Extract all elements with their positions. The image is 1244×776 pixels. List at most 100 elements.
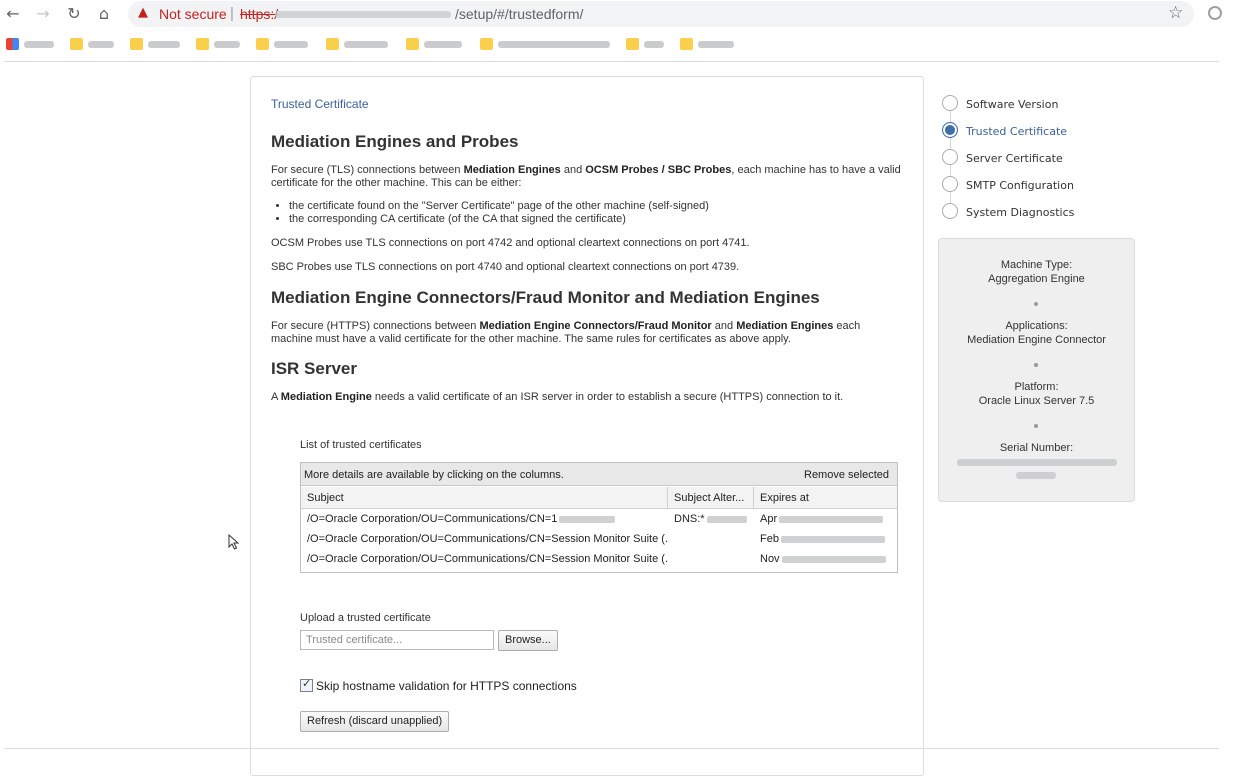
- cell-expires: Nov: [754, 549, 897, 569]
- breadcrumb: Trusted Certificate: [271, 97, 369, 111]
- column-header-subject[interactable]: Subject: [301, 487, 668, 509]
- bookmark-folder[interactable]: [70, 37, 118, 51]
- trusted-list-label: List of trusted certificates: [300, 439, 422, 451]
- url-scheme: https:/: [240, 6, 279, 22]
- step-label: Trusted Certificate: [966, 125, 1068, 138]
- bookmark-folder[interactable]: [626, 37, 668, 51]
- trusted-certificates-grid: More details are available by clicking o…: [300, 462, 898, 573]
- table-row[interactable]: /O=Oracle Corporation/OU=Communications/…: [301, 509, 897, 529]
- cell-subject: /O=Oracle Corporation/OU=Communications/…: [301, 509, 668, 529]
- applications-value: Mediation Engine Connector: [967, 334, 1106, 346]
- warning-icon: ▲: [138, 5, 148, 20]
- folder-icon: [326, 38, 339, 50]
- step-indicator: [942, 149, 958, 165]
- folder-icon: [626, 38, 639, 50]
- profile-icon[interactable]: [1208, 6, 1222, 20]
- address-bar[interactable]: ▲ Not secure | https:/ /setup/#/trustedf…: [128, 1, 1194, 27]
- serial-number-redacted: [1016, 472, 1056, 479]
- folder-icon: [256, 38, 269, 50]
- setup-wizard-steps: Software Version Trusted Certificate Ser…: [942, 94, 1142, 224]
- cell-subject-alt: [668, 529, 754, 549]
- bookmark-folder[interactable]: [130, 37, 184, 51]
- separator-dot: [1034, 424, 1038, 428]
- skip-hostname-checkbox[interactable]: [300, 677, 313, 692]
- step-indicator: [942, 95, 958, 111]
- folder-icon: [680, 38, 693, 50]
- arrow-left-icon[interactable]: ←: [2, 3, 24, 25]
- step-label: SMTP Configuration: [966, 179, 1074, 192]
- folder-icon: [70, 38, 83, 50]
- folder-icon: [406, 38, 419, 50]
- page-bottom-divider: [4, 748, 1219, 749]
- separator-dot: [1034, 363, 1038, 367]
- upload-label: Upload a trusted certificate: [300, 612, 431, 624]
- reload-icon[interactable]: ↻: [63, 3, 85, 25]
- cell-subject-alt: [668, 549, 754, 569]
- table-row[interactable]: /O=Oracle Corporation/OU=Communications/…: [301, 549, 897, 569]
- sbc-port-note: SBC Probes use TLS connections on port 4…: [271, 261, 740, 273]
- cell-subject: /O=Oracle Corporation/OU=Communications/…: [307, 553, 668, 565]
- browser-toolbar: ← → ↻ ⌂ ▲ Not secure | https:/ /setup/#/…: [0, 0, 1244, 28]
- folder-icon: [196, 38, 209, 50]
- connectors-text: For secure (HTTPS) connections between M…: [271, 320, 861, 345]
- grid-hint: More details are available by clicking o…: [304, 469, 564, 481]
- platform-value: Oracle Linux Server 7.5: [978, 395, 1095, 407]
- cell-expires: Feb: [754, 529, 897, 549]
- isr-text: A Mediation Engine needs a valid certifi…: [271, 391, 844, 403]
- step-label: System Diagnostics: [966, 206, 1075, 219]
- section-title-isr: ISR Server: [271, 359, 357, 378]
- arrow-right-icon[interactable]: →: [32, 3, 54, 25]
- bookmark-apps[interactable]: [6, 37, 58, 51]
- bookmark-folder[interactable]: [406, 37, 466, 51]
- remove-selected-button[interactable]: Remove selected: [804, 469, 889, 481]
- machine-info-box: Machine Type: Aggregation Engine Applica…: [938, 238, 1135, 502]
- serial-number-redacted: [957, 459, 1117, 466]
- ocsm-port-note: OCSM Probes use TLS connections on port …: [271, 237, 750, 249]
- folder-icon: [130, 38, 143, 50]
- grid-header: Subject Subject Alter... Expires at: [301, 487, 897, 509]
- bookmark-folder[interactable]: [326, 37, 392, 51]
- star-icon[interactable]: ☆: [1168, 3, 1183, 23]
- step-indicator: [942, 176, 958, 192]
- separator-dot: [1034, 302, 1038, 306]
- platform-key: Platform:: [1014, 381, 1059, 393]
- mediation-intro: For secure (TLS) connections between Med…: [271, 164, 901, 189]
- folder-icon: [480, 38, 493, 50]
- mouse-cursor-icon: [228, 534, 240, 550]
- url-path: /setup/#/trustedform/: [455, 6, 584, 22]
- step-label: Software Version: [966, 98, 1059, 111]
- applications-key: Applications:: [1005, 320, 1068, 332]
- cell-expires: Apr: [754, 509, 897, 529]
- apps-icon: [6, 38, 19, 50]
- home-icon[interactable]: ⌂: [93, 3, 115, 25]
- section-title-mediation: Mediation Engines and Probes: [271, 132, 519, 151]
- column-header-subject-alt[interactable]: Subject Alter...: [668, 487, 754, 509]
- trusted-certificate-input[interactable]: [300, 630, 494, 650]
- separator: |: [230, 5, 234, 22]
- list-item: the certificate found on the "Server Cer…: [289, 200, 871, 213]
- machine-type-value: Aggregation Engine: [988, 273, 1085, 285]
- security-label[interactable]: Not secure: [159, 6, 227, 22]
- column-header-expires[interactable]: Expires at: [754, 487, 897, 509]
- grid-toolbar: More details are available by clicking o…: [301, 463, 897, 486]
- bookmarks-bar: [0, 32, 1244, 58]
- machine-type-key: Machine Type:: [1000, 259, 1073, 271]
- bookmark-folder[interactable]: [480, 37, 614, 51]
- main-panel: Trusted Certificate Mediation Engines an…: [250, 76, 924, 776]
- bookmark-folder[interactable]: [196, 37, 244, 51]
- skip-hostname-label[interactable]: Skip hostname validation for HTTPS conne…: [316, 679, 577, 693]
- cell-subject: /O=Oracle Corporation/OU=Communications/…: [307, 533, 668, 545]
- section-title-connectors: Mediation Engine Connectors/Fraud Monito…: [271, 288, 820, 307]
- step-label: Server Certificate: [966, 152, 1063, 165]
- table-row[interactable]: /O=Oracle Corporation/OU=Communications/…: [301, 529, 897, 549]
- step-indicator: [942, 203, 958, 219]
- serial-number-key: Serial Number:: [999, 442, 1074, 454]
- cell-subject-alt: DNS:*: [668, 509, 754, 529]
- bookmark-folder[interactable]: [680, 37, 738, 51]
- browse-button[interactable]: Browse...: [498, 630, 558, 651]
- refresh-button[interactable]: Refresh (discard unapplied): [300, 711, 450, 732]
- bookmark-folder[interactable]: [256, 37, 312, 51]
- list-item: the corresponding CA certificate (of the…: [289, 213, 871, 226]
- url-host-redacted: [275, 11, 451, 18]
- chrome-divider: [4, 61, 1219, 62]
